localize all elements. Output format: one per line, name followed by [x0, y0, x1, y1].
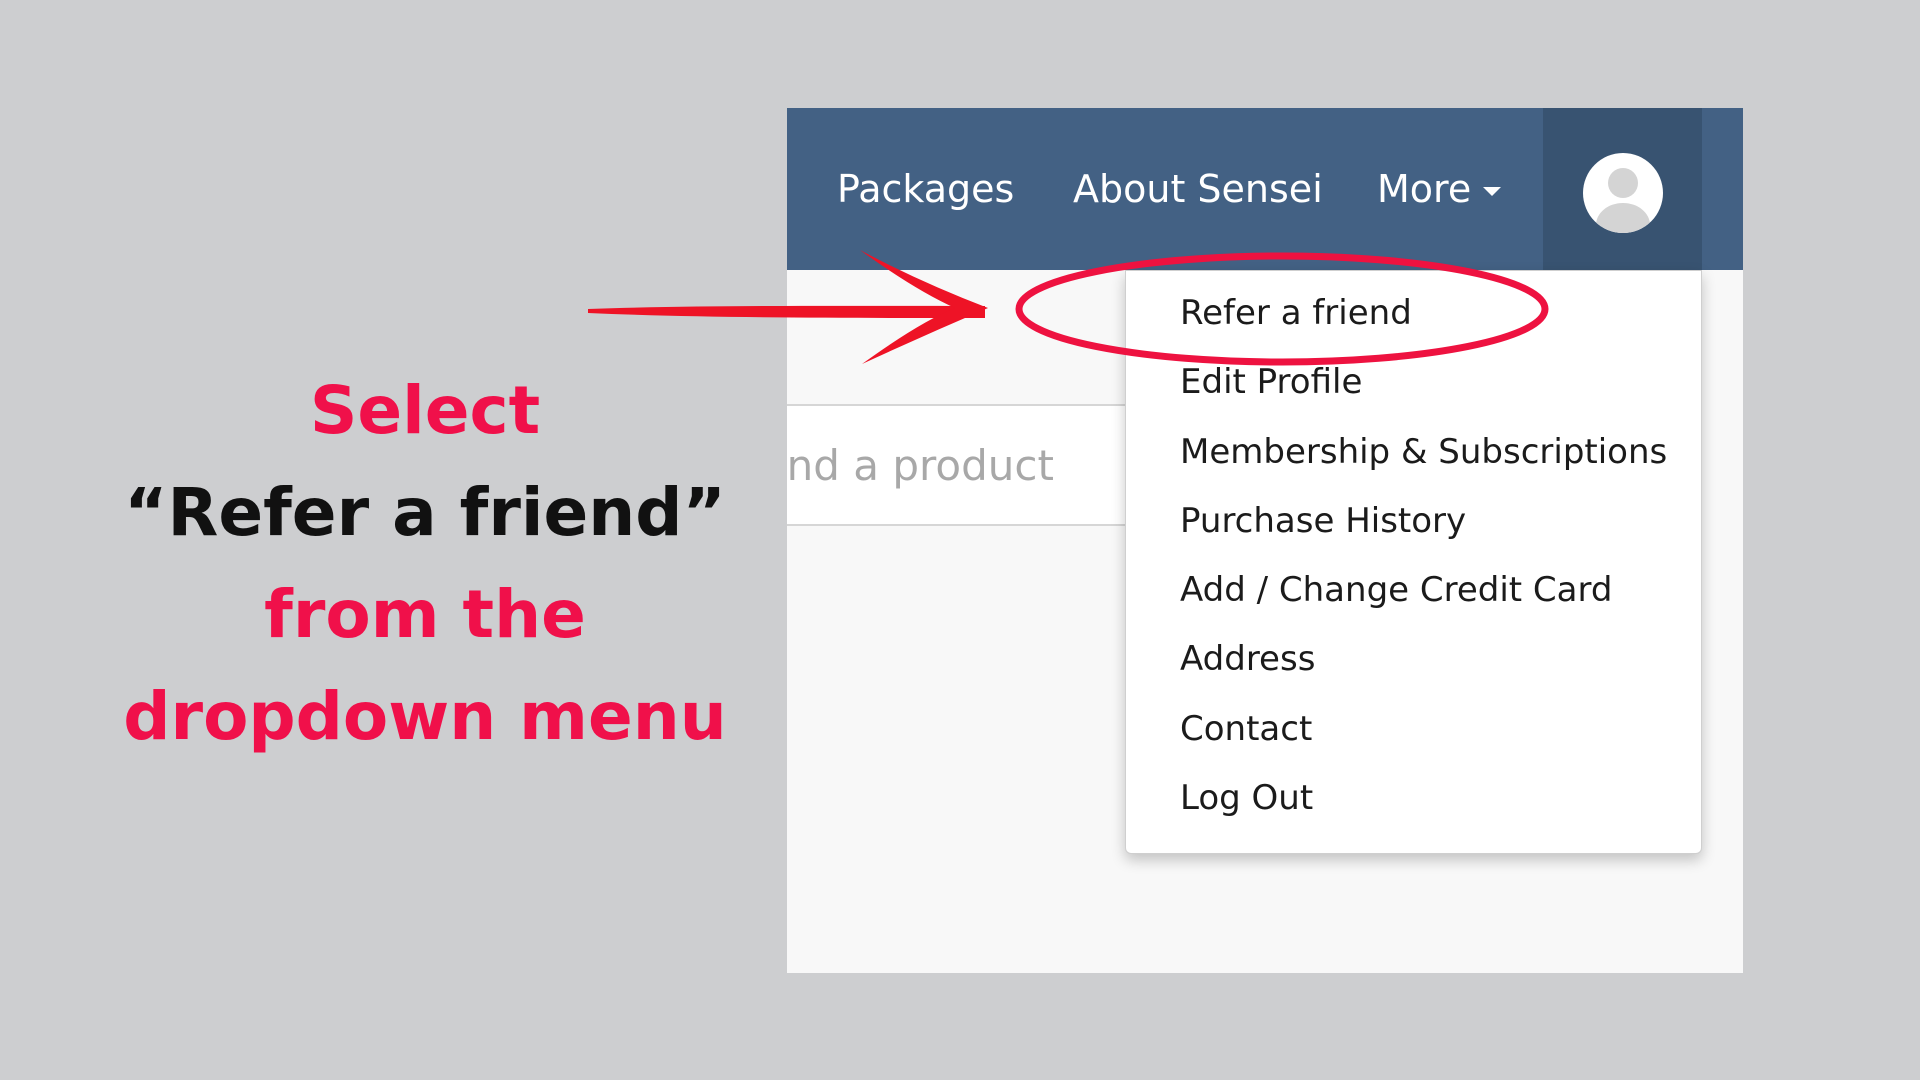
instruction-line-4: dropdown menu [123, 678, 727, 755]
user-dropdown-menu: Refer a friend Edit Profile Membership &… [1125, 270, 1702, 854]
nav-more-label: More [1377, 167, 1472, 211]
caret-down-icon [1483, 187, 1502, 196]
instruction-line-1: Select [309, 372, 541, 449]
menu-item-purchase-history[interactable]: Purchase History [1126, 487, 1701, 556]
menu-item-membership-subscriptions[interactable]: Membership & Subscriptions [1126, 418, 1701, 487]
navbar: Packages About Sensei More [787, 108, 1743, 270]
instruction-line-2: “Refer a friend” [124, 474, 726, 551]
user-menu-toggle[interactable] [1543, 108, 1702, 270]
nav-about-sensei[interactable]: About Sensei [1073, 108, 1323, 270]
menu-item-credit-card[interactable]: Add / Change Credit Card [1126, 556, 1701, 625]
nav-packages[interactable]: Packages [837, 108, 1014, 270]
user-avatar-icon [1583, 153, 1663, 233]
menu-item-address[interactable]: Address [1126, 625, 1701, 694]
menu-item-contact[interactable]: Contact [1126, 695, 1701, 764]
nav-more-dropdown[interactable]: More [1377, 108, 1502, 270]
instruction-text: Select “Refer a friend” from the dropdow… [100, 360, 750, 768]
menu-item-refer-a-friend[interactable]: Refer a friend [1126, 279, 1701, 348]
instruction-line-3: from the [264, 576, 586, 653]
menu-item-edit-profile[interactable]: Edit Profile [1126, 348, 1701, 417]
menu-item-log-out[interactable]: Log Out [1126, 764, 1701, 833]
screenshot-panel: Packages About Sensei More Refer a frien… [787, 108, 1743, 973]
